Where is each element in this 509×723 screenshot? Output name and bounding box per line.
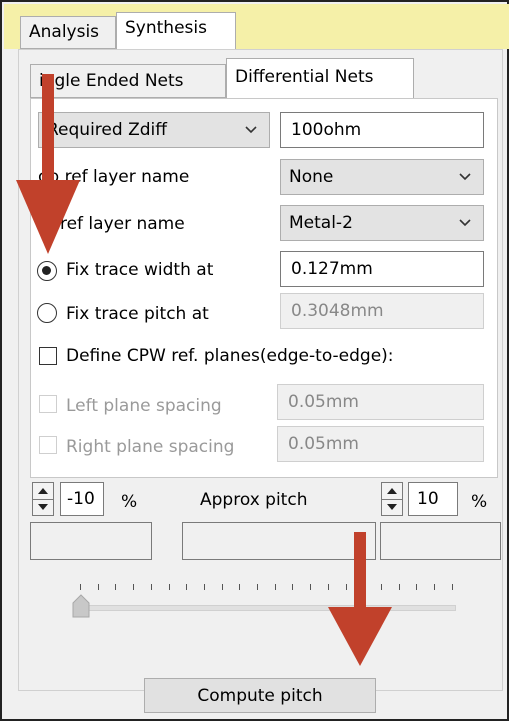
annotation-arrows [16,74,392,666]
synthesis-dialog: Analysis Synthesis ingle Ended Nets Diff… [0,0,509,721]
arrow-shaft [354,532,366,620]
arrow-head [16,180,80,254]
arrow-head [328,607,392,666]
arrow-down-icon [328,532,392,666]
arrow-down-icon [16,74,80,254]
